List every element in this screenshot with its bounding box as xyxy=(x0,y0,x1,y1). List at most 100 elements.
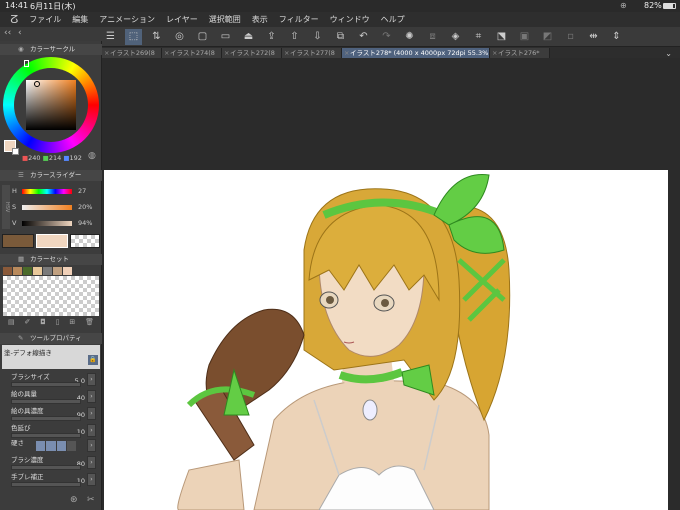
close-icon[interactable]: × xyxy=(284,48,289,58)
property-stepper-icon[interactable]: › xyxy=(87,424,96,437)
history-icon[interactable]: ⧉ xyxy=(332,29,349,45)
tool-property-row[interactable]: 手ブレ補正 10 › xyxy=(11,471,96,487)
property-stepper-icon[interactable]: › xyxy=(87,439,96,452)
open-folder-icon[interactable]: ▭ xyxy=(217,29,234,45)
tool-property-row[interactable]: ブラシサイズ 5.0 › xyxy=(11,371,96,387)
close-icon[interactable]: × xyxy=(164,48,169,58)
property-slider[interactable] xyxy=(11,382,81,387)
close-icon[interactable]: × xyxy=(104,48,109,58)
color-swatch[interactable] xyxy=(43,267,52,275)
loading-icon[interactable]: ✺ xyxy=(401,29,418,45)
clear-icon[interactable]: ▣ xyxy=(516,29,533,45)
color-swatch[interactable] xyxy=(53,267,62,275)
color-swatch[interactable] xyxy=(23,267,32,275)
tool-property-header[interactable]: ✎ ツールプロパティ xyxy=(0,333,102,344)
tool-property-row[interactable]: ブラシ濃度 80 › xyxy=(11,454,96,470)
copy-icon[interactable]: ⧈ xyxy=(424,29,441,45)
tab-illust-274[interactable]: × イラスト274(8 xyxy=(162,48,222,58)
close-icon[interactable]: × xyxy=(224,48,229,58)
transform-icon[interactable]: ⬔ xyxy=(493,29,510,45)
menu-window[interactable]: ウィンドウ xyxy=(330,14,370,25)
menu-selection[interactable]: 選択範囲 xyxy=(209,14,241,25)
new-palette-icon[interactable]: ⊞ xyxy=(69,318,75,328)
color-swatch[interactable] xyxy=(33,267,42,275)
color-set-header[interactable]: ▦ カラーセット xyxy=(0,254,102,265)
tool-select-icon[interactable]: ⬚ xyxy=(125,28,142,45)
tool-property-row[interactable]: 絵の具濃度 90 › xyxy=(11,405,96,421)
flip-vertical-icon[interactable]: ⇕ xyxy=(608,29,625,45)
menu-edit[interactable]: 編集 xyxy=(72,14,88,25)
new-file-icon[interactable]: ▢ xyxy=(194,29,211,45)
tab-illust-277[interactable]: × イラスト277(8 xyxy=(282,48,342,58)
tool-property-row[interactable]: 絵の具量 40 › xyxy=(11,388,96,404)
menu-animation[interactable]: アニメーション xyxy=(99,14,155,25)
tab-illust-269[interactable]: × イラスト269(8 xyxy=(102,48,162,58)
collapse-icon[interactable]: ‹ xyxy=(18,28,22,38)
property-stepper-icon[interactable]: › xyxy=(87,373,96,386)
sub-color-swatch[interactable] xyxy=(12,148,19,155)
rect-icon[interactable]: ▫ xyxy=(562,29,579,45)
hue-slider-row[interactable]: H 27 xyxy=(12,187,100,196)
menu-help[interactable]: ヘルプ xyxy=(381,14,405,25)
app-logo-icon[interactable]: ⵒ xyxy=(10,13,18,26)
previous-color-chip[interactable] xyxy=(2,234,34,248)
close-icon[interactable]: × xyxy=(344,48,349,58)
menu-view[interactable]: 表示 xyxy=(252,14,268,25)
redo-icon[interactable]: ↷ xyxy=(378,29,395,45)
add-color-icon[interactable]: ◘ xyxy=(40,318,46,328)
property-slider[interactable] xyxy=(11,482,81,487)
property-slider[interactable] xyxy=(11,399,81,404)
property-slider[interactable] xyxy=(11,416,81,421)
color-picker-cursor[interactable] xyxy=(34,81,40,87)
close-icon[interactable]: × xyxy=(492,48,497,58)
canvas-paper[interactable] xyxy=(104,170,668,510)
palette-menu-icon[interactable]: ▤ xyxy=(8,318,15,328)
tool-preset-preview[interactable]: 塗-デフォ線描き 🔒 xyxy=(2,345,100,369)
color-wheel-header[interactable]: ◉ カラーサークル xyxy=(0,44,102,55)
flip-horizontal-icon[interactable]: ⇹ xyxy=(585,29,602,45)
eyedropper-icon[interactable]: ✐ xyxy=(24,318,30,328)
color-slider-header[interactable]: ☰ カラースライダー xyxy=(0,170,102,181)
property-stepper-icon[interactable]: › xyxy=(87,456,96,469)
export-icon[interactable]: ⇪ xyxy=(263,29,280,45)
delete-color-icon[interactable]: 🗑 xyxy=(85,318,94,328)
menu-filter[interactable]: フィルター xyxy=(279,14,319,25)
color-swatch[interactable] xyxy=(13,267,22,275)
lock-icon[interactable]: 🔒 xyxy=(88,355,98,365)
color-settings-icon[interactable]: ◍ xyxy=(88,151,96,161)
tab-illust-272[interactable]: × イラスト272(8 xyxy=(222,48,282,58)
main-menu-icon[interactable]: ☰ xyxy=(102,29,119,45)
replace-color-icon[interactable]: ▯ xyxy=(56,318,60,328)
save-icon[interactable]: ⏏ xyxy=(240,29,257,45)
hue-ring[interactable] xyxy=(3,57,99,153)
tool-property-row[interactable]: 色延び 10 › xyxy=(11,422,96,438)
hardness-steps[interactable] xyxy=(36,441,76,451)
hue-cursor[interactable] xyxy=(24,60,29,67)
gradient-icon[interactable]: ◩ xyxy=(539,29,556,45)
tool-settings-icon[interactable]: ⊛ xyxy=(70,495,78,505)
color-swatch[interactable] xyxy=(63,267,72,275)
tab-illust-276[interactable]: × イラスト276* xyxy=(490,48,550,58)
color-swatch[interactable] xyxy=(3,267,12,275)
property-slider[interactable] xyxy=(11,465,81,470)
chevron-down-icon[interactable]: ⌄ xyxy=(665,49,672,58)
property-stepper-icon[interactable]: › xyxy=(87,390,96,403)
collapse-left-icon[interactable]: ‹‹ xyxy=(4,28,11,38)
menu-layer[interactable]: レイヤー xyxy=(166,14,198,25)
fill-icon[interactable]: ◈ xyxy=(447,29,464,45)
value-slider[interactable] xyxy=(22,221,72,226)
tab-illust-278[interactable]: × イラスト278* (4000 x 4000px 72dpi 55.3%) xyxy=(342,48,490,58)
current-color-chip[interactable] xyxy=(36,234,68,248)
crop-icon[interactable]: ⌗ xyxy=(470,29,487,45)
property-stepper-icon[interactable]: › xyxy=(87,407,96,420)
up-down-icon[interactable]: ⇅ xyxy=(148,29,165,45)
color-set-grid[interactable] xyxy=(3,276,99,316)
property-stepper-icon[interactable]: › xyxy=(87,473,96,486)
menu-file[interactable]: ファイル xyxy=(29,14,61,25)
share-icon[interactable]: ⇧ xyxy=(286,29,303,45)
wrench-icon[interactable]: ✂ xyxy=(87,495,95,505)
value-slider-row[interactable]: V 94% xyxy=(12,219,100,228)
saturation-slider-row[interactable]: S 20% xyxy=(12,203,100,212)
cloud-icon[interactable]: ⇩ xyxy=(309,29,326,45)
undo-icon[interactable]: ↶ xyxy=(355,29,372,45)
